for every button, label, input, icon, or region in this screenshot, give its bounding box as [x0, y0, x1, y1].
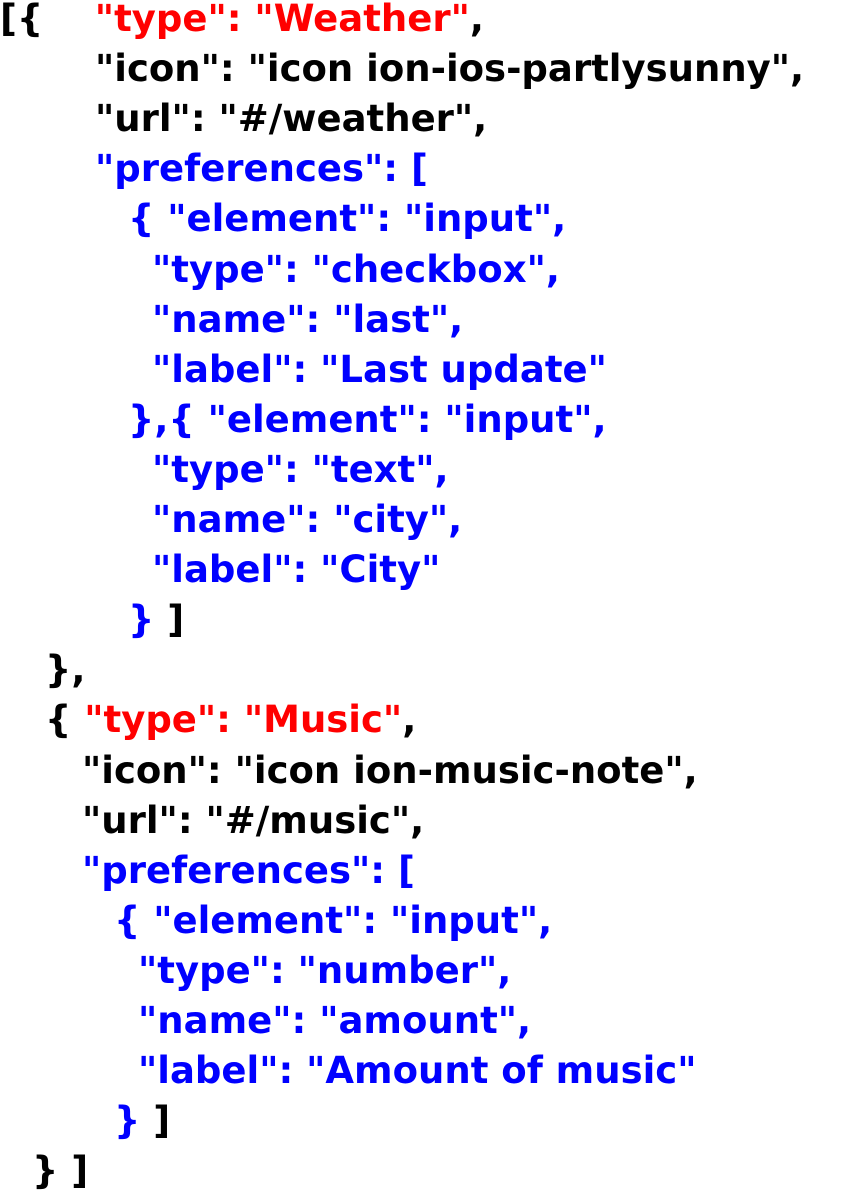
- code-line: "label": "Amount of music": [138, 1046, 697, 1096]
- code-token: ,: [402, 698, 417, 742]
- code-line: } ]: [114, 1096, 170, 1146]
- code-token: } ]: [32, 1149, 89, 1193]
- code-line: },{ "element": "input",: [128, 395, 607, 445]
- code-line: "type": "checkbox",: [152, 245, 560, 295]
- code-line: "url": "#/weather",: [95, 94, 487, 144]
- code-line: "type": "number",: [138, 946, 511, 996]
- code-line: { "type": "Music",: [45, 695, 416, 745]
- code-token: "name": "amount",: [138, 999, 532, 1042]
- code-token: { "element": "input",: [114, 898, 553, 942]
- code-token: "preferences": [: [95, 147, 428, 191]
- code-token: "preferences": [: [82, 848, 415, 892]
- code-line: [{ "type": "Weather",: [0, 0, 484, 44]
- code-token: "label": "City": [152, 548, 441, 592]
- code-line: },: [45, 645, 85, 695]
- code-token: "name": "last",: [152, 297, 464, 341]
- code-token: },: [45, 648, 86, 692]
- code-token: "label": "Amount of music": [138, 1049, 697, 1093]
- code-token: { "element": "input",: [128, 197, 567, 241]
- code-line: } ]: [32, 1146, 88, 1196]
- code-line: "name": "last",: [152, 295, 463, 345]
- code-line: "name": "amount",: [138, 996, 531, 1046]
- code-line: "preferences": [: [82, 846, 415, 896]
- code-token: "url": "#/weather",: [95, 97, 488, 141]
- code-line: "label": "Last update": [152, 345, 607, 395]
- code-token: }: [128, 598, 155, 642]
- code-token: },{ "element": "input",: [128, 397, 607, 441]
- code-line: "label": "City": [152, 545, 440, 595]
- code-line: } ]: [128, 595, 184, 645]
- code-line: "icon": "icon ion-music-note",: [82, 746, 698, 796]
- code-block: [{ "type": "Weather", "icon": "icon ion-i…: [0, 0, 861, 1192]
- code-token: "type": "Music": [84, 698, 403, 742]
- code-token: "type": "text",: [152, 447, 449, 491]
- code-line: "type": "text",: [152, 445, 449, 495]
- code-line: "url": "#/music",: [82, 796, 424, 846]
- code-token: "type": "checkbox",: [152, 247, 560, 291]
- code-line: { "element": "input",: [128, 194, 566, 244]
- code-token: "name": "city",: [152, 498, 463, 541]
- code-token: ]: [140, 1099, 171, 1143]
- code-line: "preferences": [: [95, 144, 428, 194]
- code-token: [{: [0, 0, 44, 40]
- code-token: ]: [154, 598, 185, 642]
- code-token: "icon": "icon ion-music-note",: [82, 748, 698, 792]
- code-line: "name": "city",: [152, 495, 462, 545]
- code-token: "type": "Weather": [94, 0, 470, 40]
- code-token: "url": "#/music",: [82, 798, 425, 842]
- code-token: ,: [469, 0, 484, 40]
- code-line: "icon": "icon ion-ios-partlysunny",: [95, 44, 804, 94]
- code-token: "icon": "icon ion-ios-partlysunny",: [95, 47, 805, 91]
- code-token: "type": "number",: [138, 948, 512, 992]
- code-line: { "element": "input",: [114, 896, 552, 946]
- code-token: {: [45, 698, 85, 742]
- code-token: }: [114, 1099, 141, 1143]
- code-token: "label": "Last update": [152, 347, 607, 391]
